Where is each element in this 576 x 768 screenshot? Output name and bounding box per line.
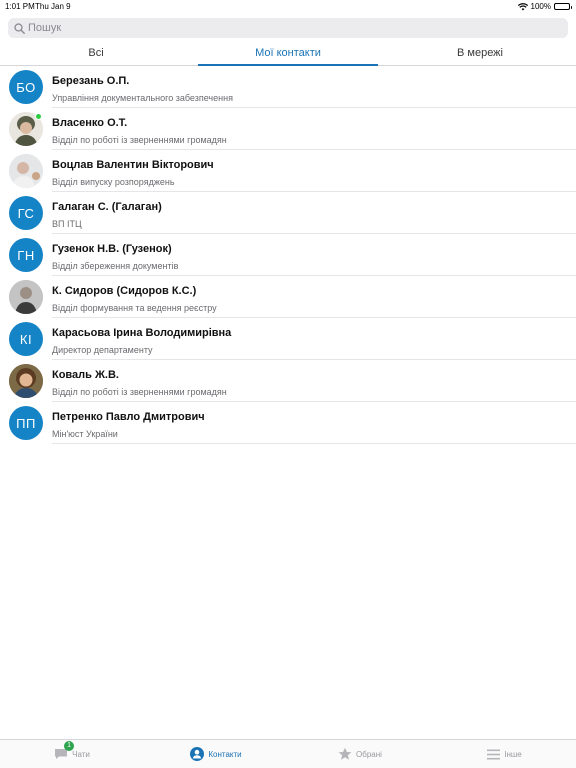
avatar-initials: ПП [9, 406, 43, 440]
bottom-tab-bar: 1 Чати Контакти Обрані Інше [0, 739, 576, 768]
contact-department: ВП ІТЦ [52, 219, 82, 229]
search-icon [13, 22, 25, 34]
contact-row[interactable]: ПП Петренко Павло Дмитрович Мін'юст Укра… [0, 402, 576, 444]
avatar [9, 112, 43, 146]
contact-row[interactable]: ГН Гузенок Н.В. (Гузенок) Відділ збереже… [0, 234, 576, 276]
avatar-initials: ГН [9, 238, 43, 272]
contact-name: Березань О.П. [52, 75, 130, 87]
contacts-list: БО Березань О.П. Управління документальн… [0, 66, 576, 444]
person-icon [190, 747, 205, 761]
contact-name: Гузенок Н.В. (Гузенок) [52, 243, 172, 255]
status-date: Thu Jan 9 [35, 2, 71, 11]
battery-percent: 100% [530, 2, 551, 11]
tab-online[interactable]: В мережі [384, 42, 576, 65]
tabbar-chats-label: Чати [72, 749, 90, 759]
contact-name: Коваль Ж.В. [52, 369, 119, 381]
avatar: ГН [9, 238, 43, 272]
tab-all[interactable]: Всі [0, 42, 192, 65]
contact-row[interactable]: ГС Галаган С. (Галаган) ВП ІТЦ [0, 192, 576, 234]
avatar: БО [9, 70, 43, 104]
tabbar-favorites-label: Обрані [356, 749, 382, 759]
avatar [9, 154, 43, 188]
status-time: 1:01 PM [5, 2, 35, 11]
avatar-initials: ГС [9, 196, 43, 230]
status-bar: 1:01 PM Thu Jan 9 100% [0, 0, 576, 13]
tabbar-favorites[interactable]: Обрані [288, 740, 432, 768]
avatar: ПП [9, 406, 43, 440]
tabbar-contacts-label: Контакти [208, 749, 242, 759]
status-right: 100% [517, 0, 572, 13]
avatar [9, 280, 43, 314]
contact-department: Відділ по роботі із зверненнями громадян [52, 135, 227, 145]
contact-department: Відділ збереження документів [52, 261, 179, 271]
wifi-icon [517, 2, 528, 10]
contact-department: Відділ формування та ведення реєстру [52, 303, 217, 313]
menu-icon [486, 747, 500, 761]
star-icon [338, 747, 352, 761]
contact-row[interactable]: К. Сидоров (Сидоров К.С.) Відділ формува… [0, 276, 576, 318]
chat-bubble-icon: 1 [54, 741, 75, 761]
tabbar-more-label: Інше [504, 749, 522, 759]
contact-name: К. Сидоров (Сидоров К.С.) [52, 285, 197, 297]
search-input[interactable] [28, 22, 528, 34]
contact-name: Галаган С. (Галаган) [52, 201, 162, 213]
contacts-filter-tabs: Всі Мої контакти В мережі [0, 42, 576, 66]
contact-row[interactable]: Коваль Ж.В. Відділ по роботі із зверненн… [0, 360, 576, 402]
tabbar-contacts[interactable]: Контакти [144, 740, 288, 768]
avatar-initials: КІ [9, 322, 43, 356]
contact-name: Карасьова Ірина Володимирівна [52, 327, 232, 339]
tabbar-chats[interactable]: 1 Чати [0, 740, 144, 768]
tab-my-contacts[interactable]: Мої контакти [192, 42, 384, 66]
contact-row[interactable]: Власенко О.Т. Відділ по роботі із зверне… [0, 108, 576, 150]
contact-name: Власенко О.Т. [52, 117, 128, 129]
contact-row[interactable]: Воцлав Валентин Вікторович Відділ випуск… [0, 150, 576, 192]
avatar-photo [9, 280, 43, 314]
contact-row[interactable]: КІ Карасьова Ірина Володимирівна Директо… [0, 318, 576, 360]
avatar: ГС [9, 196, 43, 230]
search-bar[interactable] [8, 18, 568, 38]
contact-department: Відділ випуску розпоряджень [52, 177, 175, 187]
avatar-initials: БО [9, 70, 43, 104]
avatar: КІ [9, 322, 43, 356]
avatar [9, 364, 43, 398]
contact-name: Петренко Павло Дмитрович [52, 411, 205, 423]
contact-department: Управління документального забезпечення [52, 93, 233, 103]
avatar-photo [9, 364, 43, 398]
battery-icon [554, 3, 572, 10]
tabbar-more[interactable]: Інше [432, 740, 576, 768]
contact-name: Воцлав Валентин Вікторович [52, 159, 214, 171]
online-status-dot [35, 113, 42, 120]
contact-row[interactable]: БО Березань О.П. Управління документальн… [0, 66, 576, 108]
contact-department: Директор департаменту [52, 345, 153, 355]
contact-department: Відділ по роботі із зверненнями громадян [52, 387, 227, 397]
avatar-photo [9, 154, 43, 188]
contact-department: Мін'юст України [52, 429, 118, 439]
